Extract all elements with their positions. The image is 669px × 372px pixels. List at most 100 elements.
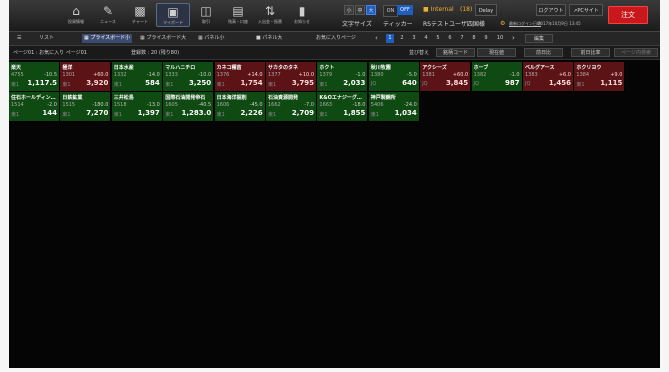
stock-exchange: 東1: [165, 82, 174, 88]
pc-site-button[interactable]: ↗PCサイト: [569, 4, 603, 16]
stock-change: +60.0: [452, 72, 469, 78]
nav-news[interactable]: ✎ ニュース: [92, 3, 124, 24]
ticker-on-button[interactable]: ON: [383, 5, 398, 17]
stock-tile[interactable]: 楽天 4755 -10.5 東1 1,117.5: [9, 62, 60, 92]
page-3[interactable]: 3: [410, 34, 418, 43]
stock-tile[interactable]: 秋川牧園 1380 -5.0 JQ 640: [368, 62, 420, 92]
nav-investment-info[interactable]: ⌂ 投資情報: [60, 3, 92, 24]
stock-price: 1,456: [548, 79, 571, 87]
page-6[interactable]: 6: [446, 34, 454, 43]
tab-list[interactable]: リスト: [39, 34, 54, 43]
font-large-button[interactable]: 大: [366, 5, 376, 15]
stock-code: 1376: [216, 72, 230, 78]
stock-tile[interactable]: ベルグアース 1383 +6.0 JQ 1,456: [523, 62, 574, 92]
nav-label: マイボード: [163, 20, 183, 25]
stock-tile[interactable]: サカタのタネ 1377 +10.0 東1 3,795: [266, 62, 317, 92]
font-medium-button[interactable]: 中: [355, 5, 365, 15]
stock-tile[interactable]: アクシーズ 1381 +60.0 JQ 3,845: [420, 62, 472, 92]
stock-exchange: 東1: [62, 112, 71, 118]
stock-exchange: JQ: [473, 81, 480, 87]
ticker-off-button[interactable]: OFF: [397, 5, 413, 15]
font-size-label: 文字サイズ: [342, 21, 372, 28]
nav-balance[interactable]: ▤ 残高・口座: [222, 3, 254, 24]
menu-icon[interactable]: ☰: [17, 34, 21, 43]
page-8[interactable]: 8: [470, 34, 478, 43]
stock-tile[interactable]: 日本水産 1332 -14.0 東1 584: [111, 62, 163, 92]
stock-code: 1514: [11, 102, 24, 108]
stock-change: +14.0: [247, 72, 263, 78]
app-frame: ⌂ 投資情報 ✎ ニュース ▩ チャート ▣ マイボード ◫ 取引 ▤ 残高・口…: [9, 0, 660, 368]
sort-by-change-button[interactable]: 前日比: [524, 48, 563, 57]
stock-tile[interactable]: ホクト 1379 -1.0 東1 2,033: [317, 62, 369, 92]
nav-label: 入出金・振替: [258, 19, 282, 24]
stock-tile[interactable]: ホーブ 1382 -1.0 JQ 987: [471, 62, 523, 92]
page-2[interactable]: 2: [398, 34, 406, 43]
tab-price-board-large[interactable]: ▦ プライスボード大: [140, 34, 186, 43]
nav-label: チャート: [132, 19, 148, 24]
nav-chart[interactable]: ▩ チャート: [124, 3, 156, 24]
stock-exchange: 東1: [216, 82, 225, 88]
stock-change: +60.0: [93, 72, 109, 78]
tab-panel-small[interactable]: ▦ パネル小: [198, 34, 224, 43]
stock-code: 1332: [113, 72, 127, 78]
nav-transfer[interactable]: ⇅ 入出金・振替: [254, 3, 286, 24]
stock-tile[interactable]: 極洋 1301 +60.0 東1 3,920: [60, 62, 112, 92]
stock-price: 2,226: [240, 109, 263, 117]
page-1[interactable]: 1: [386, 34, 394, 43]
stock-price: 640: [402, 79, 417, 87]
stock-tile[interactable]: 住石ホールディン… 1514 -2.0 東1 144: [9, 92, 60, 122]
stock-tile[interactable]: 石油資源開発 1662 -7.0 東1 2,709: [266, 92, 317, 122]
page-10[interactable]: 10: [494, 34, 506, 43]
logout-button[interactable]: ログアウト: [536, 4, 566, 16]
internal-label: Internal: [430, 6, 454, 13]
settings-icon[interactable]: ⚙: [500, 20, 505, 27]
tab-label: パネル小: [204, 35, 225, 41]
stock-name: アクシーズ: [422, 65, 447, 71]
nav-myboard[interactable]: ▣ マイボード: [156, 3, 190, 27]
stock-tile[interactable]: カネコ種苗 1376 +14.0 東1 1,754: [214, 62, 266, 92]
transfer-icon: ⇅: [264, 4, 276, 18]
tab-price-board-small[interactable]: ▦ プライスボード小: [82, 34, 133, 43]
stock-code: 1380: [370, 72, 384, 78]
page-9[interactable]: 9: [482, 34, 490, 43]
stock-code: 1518: [113, 102, 127, 108]
font-small-button[interactable]: 小: [344, 5, 354, 15]
tab-panel-large[interactable]: ■ パネル大: [256, 34, 282, 43]
page-5[interactable]: 5: [434, 34, 442, 43]
stock-tile[interactable]: ホクリヨウ 1384 +9.0 東1 1,115: [574, 62, 626, 92]
stock-tile[interactable]: 神戸製鋼所 5406 -24.0 東1 1,034: [368, 92, 420, 122]
next-page-icon[interactable]: ›: [512, 34, 515, 43]
page-search-button[interactable]: ページ内検索: [614, 48, 658, 57]
stock-tile[interactable]: K&Oエナジーグ… 1663 -18.0 東1 1,855: [317, 92, 369, 122]
sort-by-change-rate-button[interactable]: 前日比率: [571, 48, 610, 57]
sort-by-code-button[interactable]: 銘柄コード: [436, 48, 475, 57]
stock-code: 1606: [216, 102, 230, 108]
stock-price: 3,920: [86, 79, 109, 87]
page-7[interactable]: 7: [458, 34, 466, 43]
stock-tile[interactable]: マルハニチロ 1333 -10.0 東1 3,250: [163, 62, 215, 92]
stock-exchange: 東1: [165, 112, 174, 118]
stock-name: サカタのタネ: [268, 65, 299, 71]
nav-trade[interactable]: ◫ 取引: [190, 3, 222, 24]
delay-button[interactable]: Delay: [475, 4, 497, 16]
stock-tile[interactable]: 国際石油開発帝石 1605 -40.5 東1 1,283.0: [163, 92, 215, 122]
chart-icon: ▩: [134, 4, 146, 18]
tab-label: プライスボード小: [90, 35, 131, 41]
sort-by-price-button[interactable]: 現在値: [477, 48, 516, 57]
stock-tile[interactable]: 日本海洋掘削 1606 -45.0 東1 2,226: [214, 92, 266, 122]
stock-change: -10.5: [44, 72, 57, 78]
last-login-link[interactable]: 最新ログイン日時: [509, 21, 541, 27]
top-toolbar: ⌂ 投資情報 ✎ ニュース ▩ チャート ▣ マイボード ◫ 取引 ▤ 残高・口…: [9, 0, 660, 32]
balance-icon: ▤: [232, 4, 244, 18]
stock-price: 7,270: [86, 109, 109, 117]
order-button[interactable]: 注文: [608, 6, 648, 24]
stock-name: ベルグアース: [525, 65, 555, 71]
prev-page-icon[interactable]: ‹: [375, 34, 378, 43]
edit-button[interactable]: 編集: [525, 34, 553, 43]
home-icon: ⌂: [72, 4, 80, 18]
stock-change: +10.0: [298, 72, 314, 78]
nav-notice[interactable]: ▮ お知らせ: [286, 3, 318, 24]
stock-tile[interactable]: 日鉄鉱業 1515 -180.0 東1 7,270: [60, 92, 112, 122]
page-4[interactable]: 4: [422, 34, 430, 43]
stock-tile[interactable]: 三井松島 1518 -13.0 東1 1,397: [111, 92, 163, 122]
